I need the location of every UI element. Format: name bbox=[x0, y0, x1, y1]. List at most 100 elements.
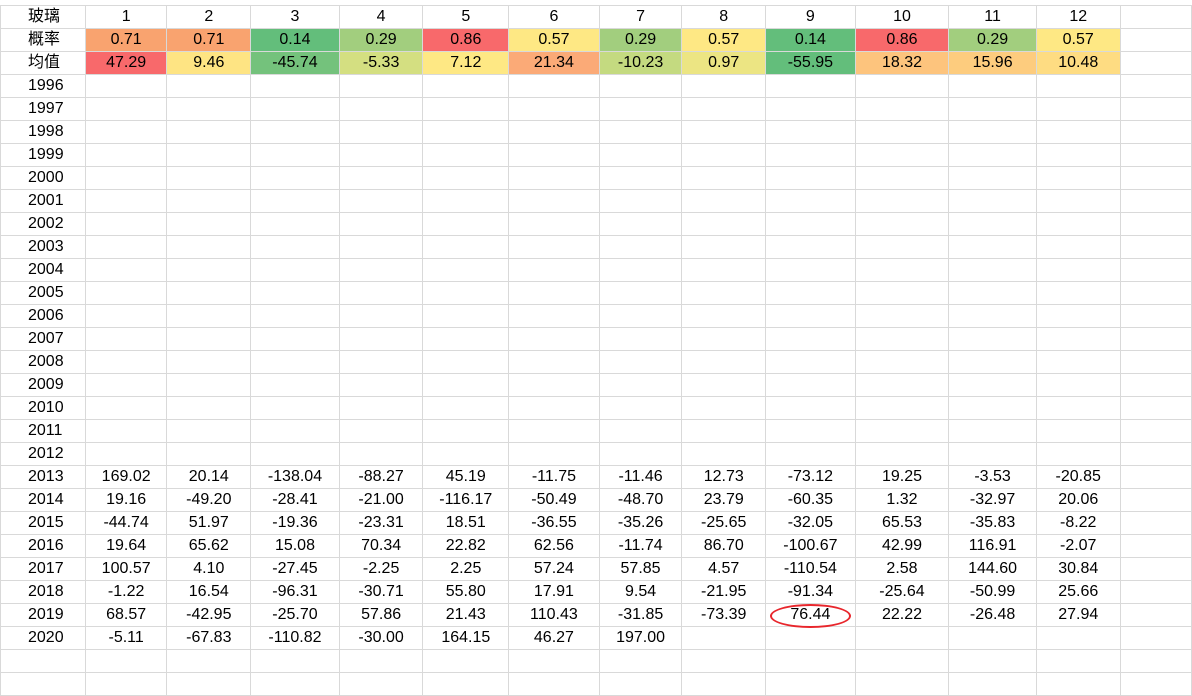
data-cell[interactable] bbox=[765, 189, 856, 213]
empty-cell[interactable] bbox=[250, 649, 340, 673]
data-cell[interactable]: -11.75 bbox=[508, 465, 600, 489]
data-cell[interactable] bbox=[338, 327, 424, 351]
probability-cell[interactable]: 0.57 bbox=[1035, 28, 1121, 52]
month-header-cell[interactable]: 7 bbox=[598, 5, 683, 29]
year-label-cell[interactable]: 2008 bbox=[0, 350, 86, 374]
data-cell[interactable] bbox=[598, 350, 683, 374]
data-cell[interactable] bbox=[598, 442, 683, 466]
data-cell[interactable] bbox=[338, 143, 424, 167]
empty-cell[interactable] bbox=[84, 649, 168, 673]
data-cell[interactable] bbox=[422, 258, 510, 282]
empty-cell[interactable] bbox=[1119, 143, 1192, 167]
empty-cell[interactable] bbox=[1119, 189, 1192, 213]
data-cell[interactable]: -20.85 bbox=[1035, 465, 1121, 489]
data-cell[interactable] bbox=[84, 304, 168, 328]
data-cell[interactable] bbox=[1035, 120, 1121, 144]
data-cell[interactable]: 169.02 bbox=[84, 465, 168, 489]
data-cell[interactable]: -88.27 bbox=[338, 465, 424, 489]
year-label-cell[interactable]: 1996 bbox=[0, 74, 86, 98]
data-cell[interactable]: 197.00 bbox=[598, 626, 683, 650]
data-cell[interactable]: 144.60 bbox=[948, 557, 1037, 581]
data-cell[interactable]: 4.57 bbox=[681, 557, 767, 581]
data-cell[interactable] bbox=[1035, 419, 1121, 443]
data-cell[interactable]: 110.43 bbox=[508, 603, 600, 627]
data-cell[interactable] bbox=[250, 304, 340, 328]
year-label-cell[interactable]: 2016 bbox=[0, 534, 86, 558]
data-cell[interactable] bbox=[166, 212, 252, 236]
data-cell[interactable] bbox=[1035, 74, 1121, 98]
data-cell[interactable] bbox=[1035, 373, 1121, 397]
data-cell[interactable] bbox=[508, 120, 600, 144]
data-cell[interactable] bbox=[338, 442, 424, 466]
data-cell[interactable] bbox=[598, 143, 683, 167]
data-cell[interactable]: 164.15 bbox=[422, 626, 510, 650]
data-cell[interactable] bbox=[250, 327, 340, 351]
data-cell[interactable]: -138.04 bbox=[250, 465, 340, 489]
empty-cell[interactable] bbox=[1119, 350, 1192, 374]
data-cell[interactable] bbox=[250, 74, 340, 98]
empty-cell[interactable] bbox=[1119, 51, 1192, 75]
data-cell[interactable] bbox=[854, 212, 950, 236]
empty-cell[interactable] bbox=[1119, 212, 1192, 236]
year-label-cell[interactable]: 1999 bbox=[0, 143, 86, 167]
data-cell[interactable] bbox=[681, 304, 767, 328]
data-cell[interactable] bbox=[508, 350, 600, 374]
data-cell[interactable]: -42.95 bbox=[166, 603, 252, 627]
year-label-cell[interactable]: 2011 bbox=[0, 419, 86, 443]
month-header-cell[interactable]: 6 bbox=[508, 5, 600, 29]
data-cell[interactable] bbox=[84, 373, 168, 397]
data-cell[interactable]: -26.48 bbox=[948, 603, 1037, 627]
data-cell[interactable] bbox=[598, 327, 683, 351]
empty-cell[interactable] bbox=[422, 649, 510, 673]
data-cell[interactable] bbox=[166, 166, 252, 190]
data-cell[interactable] bbox=[508, 258, 600, 282]
mean-cell[interactable]: -55.95 bbox=[765, 51, 856, 75]
year-label-cell[interactable]: 2009 bbox=[0, 373, 86, 397]
mean-cell[interactable]: 0.97 bbox=[681, 51, 767, 75]
year-label-cell[interactable]: 2017 bbox=[0, 557, 86, 581]
data-cell[interactable] bbox=[250, 189, 340, 213]
data-cell[interactable] bbox=[598, 189, 683, 213]
data-cell[interactable]: -67.83 bbox=[166, 626, 252, 650]
data-cell[interactable]: 100.57 bbox=[84, 557, 168, 581]
data-cell[interactable]: 22.22 bbox=[854, 603, 950, 627]
data-cell[interactable] bbox=[854, 166, 950, 190]
data-cell[interactable] bbox=[765, 166, 856, 190]
data-cell[interactable] bbox=[166, 74, 252, 98]
data-cell[interactable] bbox=[1035, 143, 1121, 167]
data-cell[interactable] bbox=[1035, 235, 1121, 259]
data-cell[interactable] bbox=[854, 396, 950, 420]
data-cell[interactable] bbox=[948, 120, 1037, 144]
data-cell[interactable] bbox=[422, 396, 510, 420]
data-cell[interactable] bbox=[854, 97, 950, 121]
data-cell[interactable] bbox=[84, 74, 168, 98]
mean-cell[interactable]: 9.46 bbox=[166, 51, 252, 75]
data-cell[interactable] bbox=[948, 281, 1037, 305]
data-cell[interactable] bbox=[948, 442, 1037, 466]
month-header-cell[interactable]: 9 bbox=[765, 5, 856, 29]
data-cell[interactable] bbox=[681, 327, 767, 351]
data-cell[interactable]: -2.25 bbox=[338, 557, 424, 581]
data-cell[interactable] bbox=[598, 396, 683, 420]
year-label-cell[interactable]: 2015 bbox=[0, 511, 86, 535]
data-cell[interactable] bbox=[1035, 189, 1121, 213]
data-cell[interactable] bbox=[854, 143, 950, 167]
empty-cell[interactable] bbox=[1119, 97, 1192, 121]
month-header-cell[interactable]: 2 bbox=[166, 5, 252, 29]
data-cell[interactable] bbox=[250, 120, 340, 144]
data-cell[interactable] bbox=[1035, 396, 1121, 420]
empty-cell[interactable] bbox=[1119, 74, 1192, 98]
data-cell[interactable] bbox=[250, 258, 340, 282]
data-cell[interactable] bbox=[422, 350, 510, 374]
data-cell[interactable]: 16.54 bbox=[166, 580, 252, 604]
data-cell[interactable]: 68.57 bbox=[84, 603, 168, 627]
data-cell[interactable] bbox=[598, 235, 683, 259]
data-cell[interactable]: 65.62 bbox=[166, 534, 252, 558]
data-cell[interactable]: 55.80 bbox=[422, 580, 510, 604]
empty-cell[interactable] bbox=[1119, 626, 1192, 650]
mean-cell[interactable]: 18.32 bbox=[854, 51, 950, 75]
year-label-cell[interactable]: 2005 bbox=[0, 281, 86, 305]
data-cell[interactable]: 57.85 bbox=[598, 557, 683, 581]
data-cell[interactable] bbox=[948, 212, 1037, 236]
data-cell[interactable] bbox=[84, 350, 168, 374]
